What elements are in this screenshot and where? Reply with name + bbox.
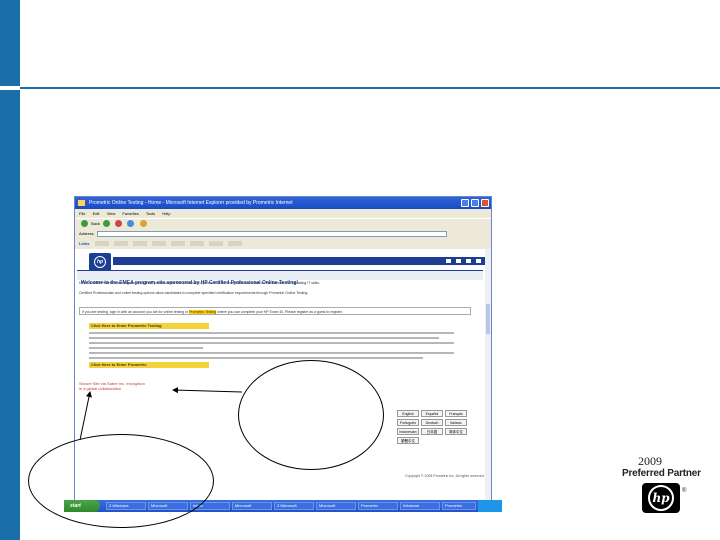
annotation-arrow-right: [172, 387, 243, 394]
annotation-arrows: [79, 387, 243, 441]
annotation-arrow-left: [79, 391, 92, 441]
hp-partner-logo: hp: [642, 483, 680, 513]
hp-logo-lettering: hp: [648, 485, 674, 511]
registered-mark: ®: [682, 488, 687, 494]
partner-year: 2009: [638, 454, 662, 468]
preferred-partner-label: Preferred Partner: [622, 468, 701, 479]
